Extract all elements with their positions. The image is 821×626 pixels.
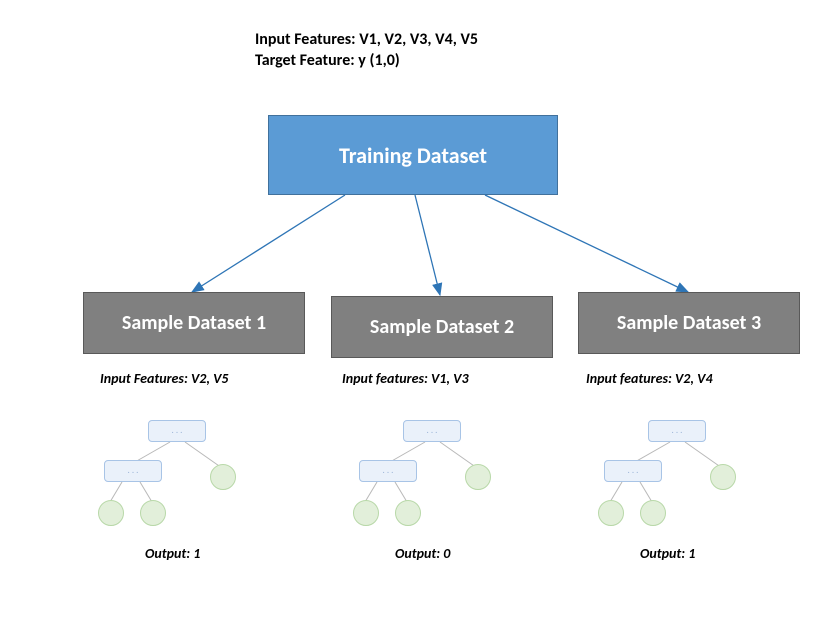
tree1-leaf-left1: [98, 500, 124, 526]
sample2-features: Input features: V1, V3: [342, 370, 469, 387]
sample-dataset-3-box: Sample Dataset 3: [578, 292, 800, 354]
tree1-leaf-left2: [140, 500, 166, 526]
sample-dataset-2-label: Sample Dataset 2: [370, 315, 514, 339]
decision-tree-2: . . . . . .: [345, 420, 525, 530]
header-text: Input Features: V1, V2, V3, V4, V5 Targe…: [255, 30, 478, 72]
header-target-feature: Target Feature: y (1,0): [255, 51, 478, 72]
tree3-leaf-right: [710, 464, 736, 490]
sample2-output: Output: 0: [395, 545, 450, 562]
sample-dataset-2-box: Sample Dataset 2: [331, 296, 553, 358]
tree2-internal-node: . . .: [359, 460, 417, 482]
tree3-root-node: . . .: [648, 420, 706, 442]
tree3-internal-node: . . .: [604, 460, 662, 482]
decision-tree-1: . . . . . .: [90, 420, 270, 530]
training-dataset-box: Training Dataset: [268, 115, 558, 195]
tree3-leaf-left2: [640, 500, 666, 526]
header-input-features: Input Features: V1, V2, V3, V4, V5: [255, 30, 478, 51]
sample-dataset-1-box: Sample Dataset 1: [83, 292, 305, 354]
sample-dataset-1-label: Sample Dataset 1: [122, 311, 266, 335]
tree1-internal-node: . . .: [104, 460, 162, 482]
sample1-features: Input Features: V2, V5: [100, 370, 229, 387]
sample1-output: Output: 1: [145, 545, 200, 562]
sample3-features: Input features: V2, V4: [586, 370, 713, 387]
sample3-output: Output: 1: [640, 545, 695, 562]
arrow-to-sample3: [485, 195, 688, 292]
training-dataset-label: Training Dataset: [339, 142, 487, 169]
tree2-leaf-left2: [395, 500, 421, 526]
decision-tree-3: . . . . . .: [590, 420, 770, 530]
tree2-root-node: . . .: [403, 420, 461, 442]
tree2-leaf-right: [465, 464, 491, 490]
tree1-root-node: . . .: [148, 420, 206, 442]
sample-dataset-3-label: Sample Dataset 3: [617, 311, 761, 335]
arrow-to-sample1: [192, 195, 345, 292]
arrow-to-sample2: [415, 195, 440, 295]
tree1-leaf-right: [210, 464, 236, 490]
tree3-leaf-left1: [598, 500, 624, 526]
tree2-leaf-left1: [353, 500, 379, 526]
